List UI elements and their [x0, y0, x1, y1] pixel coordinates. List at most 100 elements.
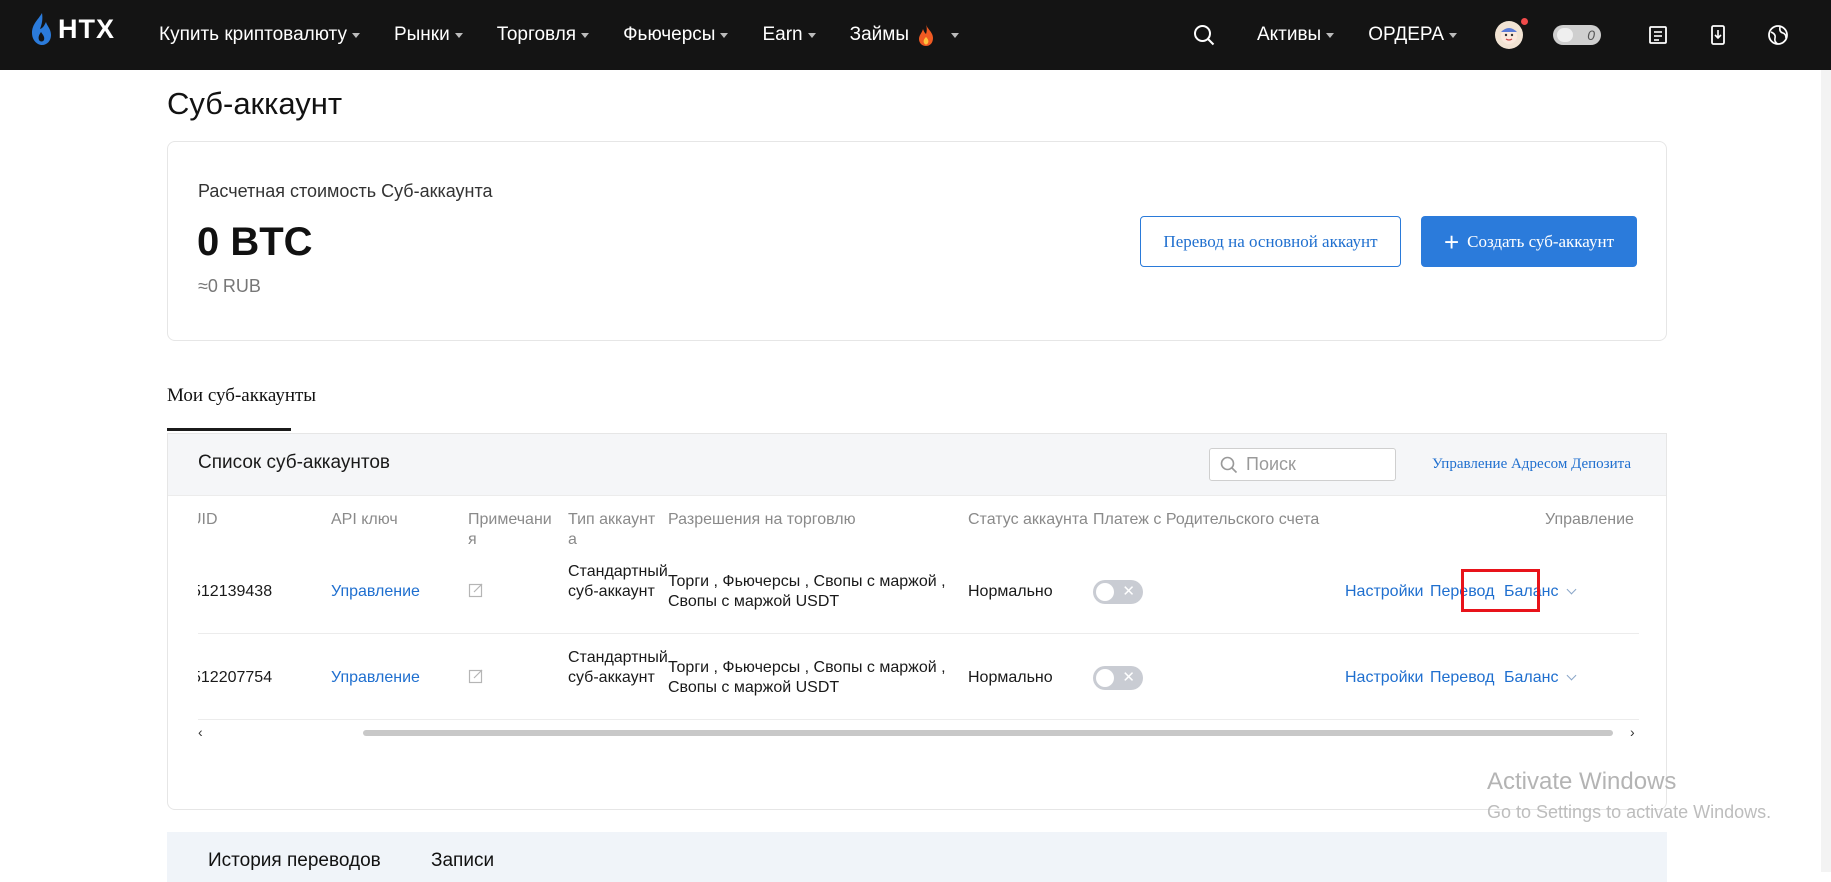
- col-manage: Управление: [1545, 511, 1634, 528]
- page-scrollbar[interactable]: [1821, 70, 1831, 872]
- page-title: Суб-аккаунт: [167, 86, 343, 121]
- caret-down-icon: [807, 32, 816, 38]
- nav-label: Купить криптовалюту: [159, 24, 347, 45]
- horizontal-scrollbar[interactable]: ‹ ›: [198, 724, 1639, 740]
- notification-dot: [1521, 18, 1528, 25]
- caret-down-icon: [581, 32, 590, 38]
- windows-watermark-sub: Go to Settings to activate Windows.: [1487, 802, 1772, 822]
- row-account-type: Стандартный суб-аккаунт: [568, 563, 668, 600]
- scroll-right-icon[interactable]: ›: [1630, 724, 1635, 740]
- row-permissions: Торги , Фьючерсы , Свопы с маржой , Своп…: [668, 659, 946, 696]
- nav-futures[interactable]: Фьючерсы: [623, 24, 729, 46]
- history-tabs: История переводов Записи: [167, 832, 1667, 882]
- parent-payment-toggle[interactable]: ✕: [1093, 666, 1143, 690]
- orders-doc-icon[interactable]: [1645, 22, 1671, 48]
- row-api-manage-link[interactable]: Управление: [331, 668, 420, 688]
- summary-card: Расчетная стоимость Суб-аккаунта 0 BTC ≈…: [167, 141, 1667, 341]
- htx-logo[interactable]: HTX: [28, 12, 115, 46]
- caret-down-icon: [1326, 32, 1335, 38]
- right-nav: Активы ОРДЕРА 0: [1191, 0, 1831, 70]
- col-account-type: Тип аккаунта: [568, 511, 656, 548]
- nav-earn[interactable]: Earn: [762, 24, 816, 46]
- col-parent-payment: Платеж с Родительского счета: [1093, 511, 1320, 528]
- row-settings-link[interactable]: Настройки: [1345, 582, 1423, 602]
- chevron-down-icon: [1567, 670, 1577, 681]
- search-icon[interactable]: [1191, 22, 1217, 48]
- fire-icon: [918, 24, 933, 46]
- row-divider: [198, 719, 1639, 720]
- main-nav: Купить криптовалюту Рынки Торговля Фьюче…: [159, 0, 993, 70]
- nav-orders[interactable]: ОРДЕРА: [1368, 24, 1457, 46]
- transfer-highlight-box: [1461, 569, 1540, 612]
- parent-payment-toggle[interactable]: ✕: [1093, 580, 1143, 604]
- tab-transfer-history[interactable]: История переводов: [208, 850, 381, 872]
- plus-icon: +: [1443, 226, 1460, 257]
- toggle-knob: [1096, 669, 1114, 687]
- nav-trade[interactable]: Торговля: [496, 24, 590, 46]
- nav-label: ОРДЕРА: [1368, 24, 1444, 45]
- flame-logo-icon: [32, 13, 51, 45]
- caret-down-icon: [720, 32, 729, 38]
- row-status: Нормально: [968, 583, 1053, 600]
- toggle-value: 0: [1587, 27, 1595, 43]
- user-face-icon: [1501, 28, 1517, 44]
- tab-my-subaccounts[interactable]: Мои суб-аккаунты: [167, 385, 316, 407]
- scroll-thumb[interactable]: [363, 730, 1613, 736]
- row-uid: 512139438: [198, 583, 273, 600]
- create-subaccount-button[interactable]: + Создать суб-аккаунт: [1421, 216, 1637, 267]
- close-icon: ✕: [1122, 669, 1135, 686]
- scroll-left-icon[interactable]: ‹: [198, 724, 203, 740]
- col-account-status: Статус аккаунта: [968, 511, 1088, 528]
- avatar[interactable]: [1495, 18, 1528, 49]
- windows-watermark-title: Activate Windows: [1487, 768, 1677, 795]
- row-api-manage-link[interactable]: Управление: [331, 582, 420, 602]
- row-transfer-link[interactable]: Перевод: [1430, 668, 1494, 688]
- edit-note-icon[interactable]: [468, 582, 484, 598]
- download-icon[interactable]: [1705, 22, 1731, 48]
- nav-label: Займы: [849, 24, 909, 45]
- brand-name: HTX: [58, 13, 115, 44]
- subaccount-list-card: Список суб-аккаунтов Управление Адресом …: [167, 433, 1667, 810]
- transfer-to-main-button[interactable]: Перевод на основной аккаунт: [1140, 216, 1401, 267]
- estimated-value-label: Расчетная стоимость Суб-аккаунта: [198, 181, 493, 201]
- nav-label: Рынки: [393, 24, 450, 45]
- globe-icon[interactable]: [1765, 22, 1791, 48]
- estimated-value-btc: 0 BTC: [197, 220, 313, 264]
- col-notes: Примечания: [468, 511, 552, 548]
- caret-down-icon: [1449, 32, 1457, 38]
- create-subaccount-label: Создать суб-аккаунт: [1467, 231, 1615, 251]
- row-balance-link[interactable]: Баланс: [1504, 668, 1577, 688]
- table-viewport: UID API ключ Примечания Тип аккаунта Раз…: [198, 434, 1639, 734]
- chevron-down-icon: [1567, 584, 1577, 595]
- edit-note-icon[interactable]: [468, 668, 484, 684]
- close-icon: ✕: [1122, 583, 1135, 600]
- caret-down-icon: [351, 32, 360, 38]
- caret-down-icon: [950, 32, 959, 38]
- row-status: Нормально: [968, 669, 1053, 686]
- caret-down-icon: [454, 32, 463, 38]
- nav-label: Торговля: [496, 24, 577, 45]
- nav-label: Фьючерсы: [623, 24, 716, 45]
- nav-label: Earn: [762, 24, 803, 45]
- tab-records[interactable]: Записи: [431, 850, 494, 872]
- nav-loans[interactable]: Займы: [850, 23, 959, 47]
- balance-label: Баланс: [1504, 669, 1559, 686]
- row-permissions: Торги , Фьючерсы , Свопы с маржой , Своп…: [668, 573, 946, 610]
- nav-buy-crypto[interactable]: Купить криптовалюту: [159, 24, 360, 46]
- estimated-value-rub: ≈0 RUB: [198, 276, 261, 296]
- row-divider: [198, 633, 1639, 634]
- toggle-knob: [1096, 583, 1114, 601]
- nav-assets[interactable]: Активы: [1256, 24, 1335, 46]
- row-uid: 512207754: [198, 669, 273, 686]
- mode-toggle[interactable]: 0: [1553, 25, 1601, 45]
- nav-markets[interactable]: Рынки: [394, 24, 463, 46]
- row-settings-link[interactable]: Настройки: [1345, 668, 1423, 688]
- col-api-key: API ключ: [331, 511, 398, 528]
- tab-active-indicator: [167, 428, 291, 431]
- nav-label: Активы: [1256, 24, 1322, 45]
- row-account-type: Стандартный суб-аккаунт: [568, 649, 668, 686]
- toggle-knob: [1557, 28, 1573, 42]
- col-trading-permissions: Разрешения на торговлю: [668, 511, 856, 528]
- col-uid: UID: [198, 511, 218, 528]
- top-navigation-bar: HTX Купить криптовалюту Рынки Торговля Ф…: [0, 0, 1831, 70]
